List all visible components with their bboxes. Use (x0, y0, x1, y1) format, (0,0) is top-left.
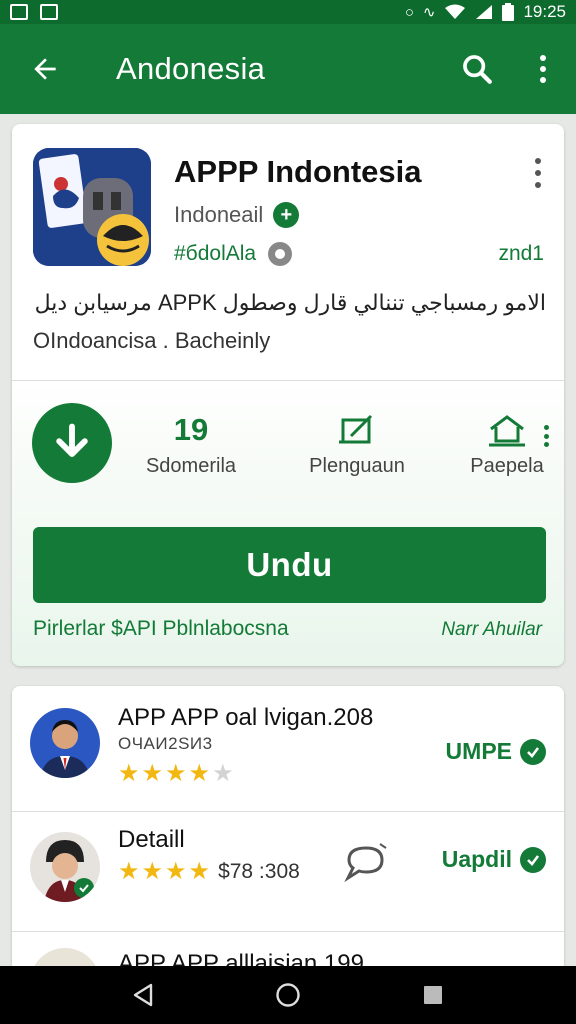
image-notification-icon (40, 4, 58, 20)
divider (12, 931, 564, 932)
chat-bubble-icon[interactable] (342, 842, 390, 887)
stats-section: 19 Sdomerila Plenguaun Paepela Undu Pirl… (12, 381, 564, 666)
location-icon: ○ (404, 3, 414, 21)
star-icon: ★ (165, 760, 187, 787)
star-icon: ★ (118, 760, 140, 787)
stat-downloads: 19 Sdomerila (136, 411, 246, 478)
nav-back-button[interactable] (113, 966, 173, 1024)
list-item-title: Detaill (118, 826, 185, 853)
square-recents-icon (424, 986, 443, 1004)
description-line-2: OIndoancisa . Bacheinly (33, 328, 271, 353)
star-icon: ★ (165, 858, 187, 885)
update-button[interactable]: Uapdil (442, 846, 546, 873)
status-time: 19:25 (523, 2, 566, 21)
arrow-back-icon (34, 58, 56, 80)
settings-icon (268, 242, 293, 266)
search-icon (463, 55, 492, 84)
vibrate-icon: ∿ (422, 3, 436, 21)
app-detail-card: APPP Indontesia Indoneail + #бdolAla znd… (12, 124, 564, 666)
stat-language[interactable]: Plenguaun (292, 411, 422, 478)
list-item-title: APP APP oal lvigan.208 (118, 704, 374, 731)
app-list-card: APP APP oal lvigan.208 OЧАИ2SИ3 ★ ★ ★ ★ … (12, 686, 564, 986)
nav-home-button[interactable] (258, 966, 318, 1024)
nav-recents-button[interactable] (403, 966, 463, 1024)
list-item[interactable]: Detaill ★ ★ ★ ★ $78 :308 Uapdil (12, 812, 564, 936)
star-icon: ★ (188, 760, 211, 787)
stat-value: 19 (173, 412, 209, 447)
rating-stars: ★ ★ ★ ★ ★ (118, 762, 234, 786)
star-icon: ★ (188, 858, 211, 885)
description-line-1: الامو رمسباجي تننالي قارل وصطول APPK مرس… (34, 290, 546, 315)
status-bar: ○ ∿ 19:25 (0, 0, 576, 24)
system-nav-bar (0, 966, 576, 1024)
signal-icon (476, 5, 493, 19)
star-icon: ★ (141, 760, 164, 787)
search-button[interactable] (444, 24, 510, 114)
overflow-menu-button[interactable] (510, 24, 576, 114)
battery-icon (502, 3, 515, 21)
gallery-notification-icon (10, 4, 28, 20)
home-icon (489, 415, 525, 447)
download-button[interactable] (32, 403, 112, 483)
edit-box-icon (339, 414, 373, 444)
triangle-back-icon (133, 983, 152, 1007)
stats-more-button[interactable] (542, 425, 550, 447)
list-item[interactable]: APP APP oal lvigan.208 OЧАИ2SИ3 ★ ★ ★ ★ … (12, 686, 564, 810)
developer-name: Indoneail (174, 202, 264, 227)
back-button[interactable] (0, 24, 90, 114)
rating-stars: ★ ★ ★ ★ $78 :308 (118, 860, 300, 884)
avatar (30, 832, 100, 902)
plus-icon: + (273, 202, 300, 228)
app-version: znd1 (498, 242, 544, 265)
more-vert-icon (540, 55, 546, 83)
update-label: UMPE (445, 738, 512, 764)
update-button[interactable]: UMPE (446, 738, 546, 765)
app-title: APPP Indontesia (174, 154, 422, 189)
update-label: Uapdil (441, 846, 512, 872)
app-bar-title: Andonesia (116, 51, 266, 86)
download-arrow-icon (56, 423, 88, 457)
price-label: $78 :308 (218, 860, 300, 883)
app-tag-row: #бdolAla (174, 242, 293, 266)
app-bar: Andonesia (0, 24, 576, 114)
check-circle-icon (520, 738, 546, 765)
star-icon: ★ (118, 858, 140, 885)
avatar (30, 708, 100, 778)
wifi-icon (445, 4, 466, 19)
card-overflow-button[interactable] (530, 158, 546, 188)
install-note-link[interactable]: Narr Ahuilar (441, 619, 542, 641)
check-circle-icon (520, 846, 546, 873)
stat-label: Paepela (470, 455, 544, 477)
star-icon: ★ (141, 858, 164, 885)
stat-label: Sdomerila (145, 455, 237, 477)
install-note: Pirlerlar $API Pblnlabocsna (33, 617, 289, 640)
app-tag: #бdolAla (174, 242, 257, 265)
stat-label: Plenguaun (309, 455, 405, 477)
circle-home-icon (276, 983, 300, 1007)
app-developer[interactable]: Indoneail + (174, 202, 300, 228)
app-icon (33, 148, 151, 266)
list-item-subtitle: OЧАИ2SИ3 (118, 734, 213, 753)
install-button[interactable]: Undu (33, 527, 546, 603)
star-empty-icon: ★ (212, 760, 234, 787)
